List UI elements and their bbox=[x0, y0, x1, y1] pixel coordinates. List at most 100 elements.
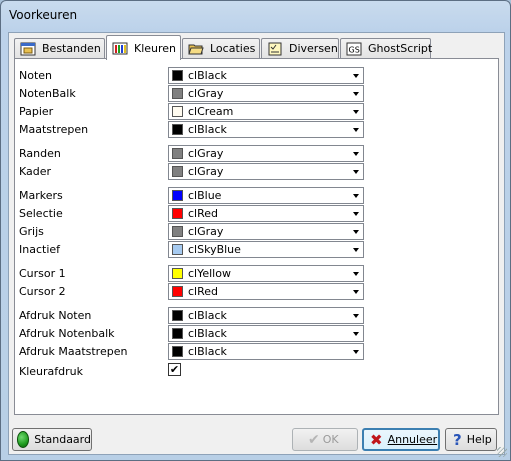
chevron-down-icon[interactable] bbox=[348, 242, 363, 257]
tab-label: Kleuren bbox=[134, 41, 177, 55]
inactief-label: Inactief bbox=[19, 243, 61, 256]
chevron-down-icon[interactable] bbox=[348, 224, 363, 239]
question-mark-icon: ? bbox=[453, 430, 462, 449]
afdruk-notenbalk-color-select[interactable]: clBlack bbox=[168, 325, 364, 342]
randen-color-select[interactable]: clGray bbox=[168, 145, 364, 162]
afdruk-noten-label: Afdruk Noten bbox=[19, 309, 92, 322]
tab-label: Bestanden bbox=[42, 42, 101, 55]
afdruk-noten-color-select[interactable]: clBlack bbox=[168, 307, 364, 324]
chevron-down-icon[interactable] bbox=[348, 344, 363, 359]
selectie-color-select[interactable]: clRed bbox=[168, 205, 364, 222]
color-swatch bbox=[172, 328, 183, 339]
papier-color-select[interactable]: clCream bbox=[168, 103, 364, 120]
randen-label: Randen bbox=[19, 147, 61, 160]
selected-value: clBlack bbox=[188, 69, 227, 82]
checkmark-icon: ✔ bbox=[308, 431, 320, 448]
cursor2-label: Cursor 2 bbox=[19, 285, 66, 298]
selected-value: clRed bbox=[188, 285, 219, 298]
selected-value: clBlack bbox=[188, 327, 227, 340]
markers-label: Markers bbox=[19, 189, 63, 202]
selected-value: clGray bbox=[188, 225, 224, 238]
kader-label: Kader bbox=[19, 165, 52, 178]
selected-value: clBlue bbox=[188, 189, 222, 202]
kleuren-panel: Noten clBlack NotenBalk clGray Papier cl… bbox=[14, 58, 499, 415]
selected-value: clGray bbox=[188, 87, 224, 100]
chevron-down-icon[interactable] bbox=[348, 266, 363, 281]
folder-window-icon bbox=[20, 42, 36, 56]
kleurafdruk-checkbox[interactable]: ✔ bbox=[168, 363, 181, 376]
cursor2-color-select[interactable]: clRed bbox=[168, 283, 364, 300]
dialog-client-area: Bestanden Kleuren Locaties Diversen GS G… bbox=[8, 32, 505, 455]
standaard-button[interactable]: Standaard bbox=[12, 428, 92, 451]
ok-button[interactable]: ✔ OK bbox=[292, 428, 358, 451]
selected-value: clGray bbox=[188, 165, 224, 178]
kader-color-select[interactable]: clGray bbox=[168, 163, 364, 180]
tab-diversen[interactable]: Diversen bbox=[261, 38, 339, 58]
color-swatch bbox=[172, 346, 183, 357]
noten-label: Noten bbox=[19, 69, 53, 82]
color-swatch bbox=[172, 166, 183, 177]
tab-locaties[interactable]: Locaties bbox=[182, 38, 260, 58]
checklist-icon bbox=[267, 42, 283, 56]
button-label: Standaard bbox=[34, 433, 91, 446]
selected-value: clGray bbox=[188, 147, 224, 160]
kleurafdruk-label: Kleurafdruk bbox=[19, 365, 83, 378]
resize-grip[interactable] bbox=[497, 447, 507, 457]
maatstrepen-color-select[interactable]: clBlack bbox=[168, 121, 364, 138]
button-label: Annuleer bbox=[387, 433, 438, 446]
notenbalk-label: NotenBalk bbox=[19, 87, 76, 100]
color-swatch bbox=[172, 88, 183, 99]
color-swatch bbox=[172, 148, 183, 159]
color-swatch bbox=[172, 310, 183, 321]
help-button[interactable]: ? Help bbox=[445, 428, 497, 451]
selected-value: clRed bbox=[188, 207, 219, 220]
chevron-down-icon[interactable] bbox=[348, 146, 363, 161]
red-x-icon: ✖ bbox=[370, 430, 383, 449]
color-swatch bbox=[172, 190, 183, 201]
color-swatch bbox=[172, 208, 183, 219]
afdruk-maatstrepen-label: Afdruk Maatstrepen bbox=[19, 345, 128, 358]
color-bars-icon bbox=[112, 41, 128, 55]
selectie-label: Selectie bbox=[19, 207, 63, 220]
selected-value: clCream bbox=[188, 105, 234, 118]
button-label: Help bbox=[466, 433, 492, 446]
markers-color-select[interactable]: clBlue bbox=[168, 187, 364, 204]
afdruk-notenbalk-label: Afdruk Notenbalk bbox=[19, 327, 115, 340]
color-swatch bbox=[172, 226, 183, 237]
tab-bestanden[interactable]: Bestanden bbox=[14, 38, 105, 58]
chevron-down-icon[interactable] bbox=[348, 86, 363, 101]
noten-color-select[interactable]: clBlack bbox=[168, 67, 364, 84]
annuleer-button[interactable]: ✖ Annuleer bbox=[362, 428, 440, 451]
afdruk-maatstrepen-color-select[interactable]: clBlack bbox=[168, 343, 364, 360]
chevron-down-icon[interactable] bbox=[348, 122, 363, 137]
svg-text:GS: GS bbox=[349, 45, 360, 54]
tab-label: GhostScript bbox=[368, 42, 433, 55]
tab-label: Diversen bbox=[289, 42, 338, 55]
notenbalk-color-select[interactable]: clGray bbox=[168, 85, 364, 102]
chevron-down-icon[interactable] bbox=[348, 68, 363, 83]
ghostscript-icon: GS bbox=[346, 42, 362, 56]
inactief-color-select[interactable]: clSkyBlue bbox=[168, 241, 364, 258]
maatstrepen-label: Maatstrepen bbox=[19, 123, 89, 136]
chevron-down-icon[interactable] bbox=[348, 104, 363, 119]
tab-kleuren[interactable]: Kleuren bbox=[106, 35, 181, 60]
selected-value: clYellow bbox=[188, 267, 231, 280]
chevron-down-icon[interactable] bbox=[348, 284, 363, 299]
tab-label: Locaties bbox=[210, 42, 256, 55]
tab-ghostscript[interactable]: GS GhostScript bbox=[340, 38, 433, 58]
selected-value: clBlack bbox=[188, 309, 227, 322]
grijs-color-select[interactable]: clGray bbox=[168, 223, 364, 240]
cursor1-color-select[interactable]: clYellow bbox=[168, 265, 364, 282]
chevron-down-icon[interactable] bbox=[348, 188, 363, 203]
color-swatch bbox=[172, 286, 183, 297]
chevron-down-icon[interactable] bbox=[348, 308, 363, 323]
green-circle-icon bbox=[17, 431, 30, 448]
selected-value: clSkyBlue bbox=[188, 243, 241, 256]
chevron-down-icon[interactable] bbox=[348, 164, 363, 179]
papier-label: Papier bbox=[19, 105, 54, 118]
chevron-down-icon[interactable] bbox=[348, 326, 363, 341]
chevron-down-icon[interactable] bbox=[348, 206, 363, 221]
color-swatch bbox=[172, 70, 183, 81]
window-title: Voorkeuren bbox=[9, 8, 78, 22]
open-folder-icon bbox=[188, 42, 204, 56]
